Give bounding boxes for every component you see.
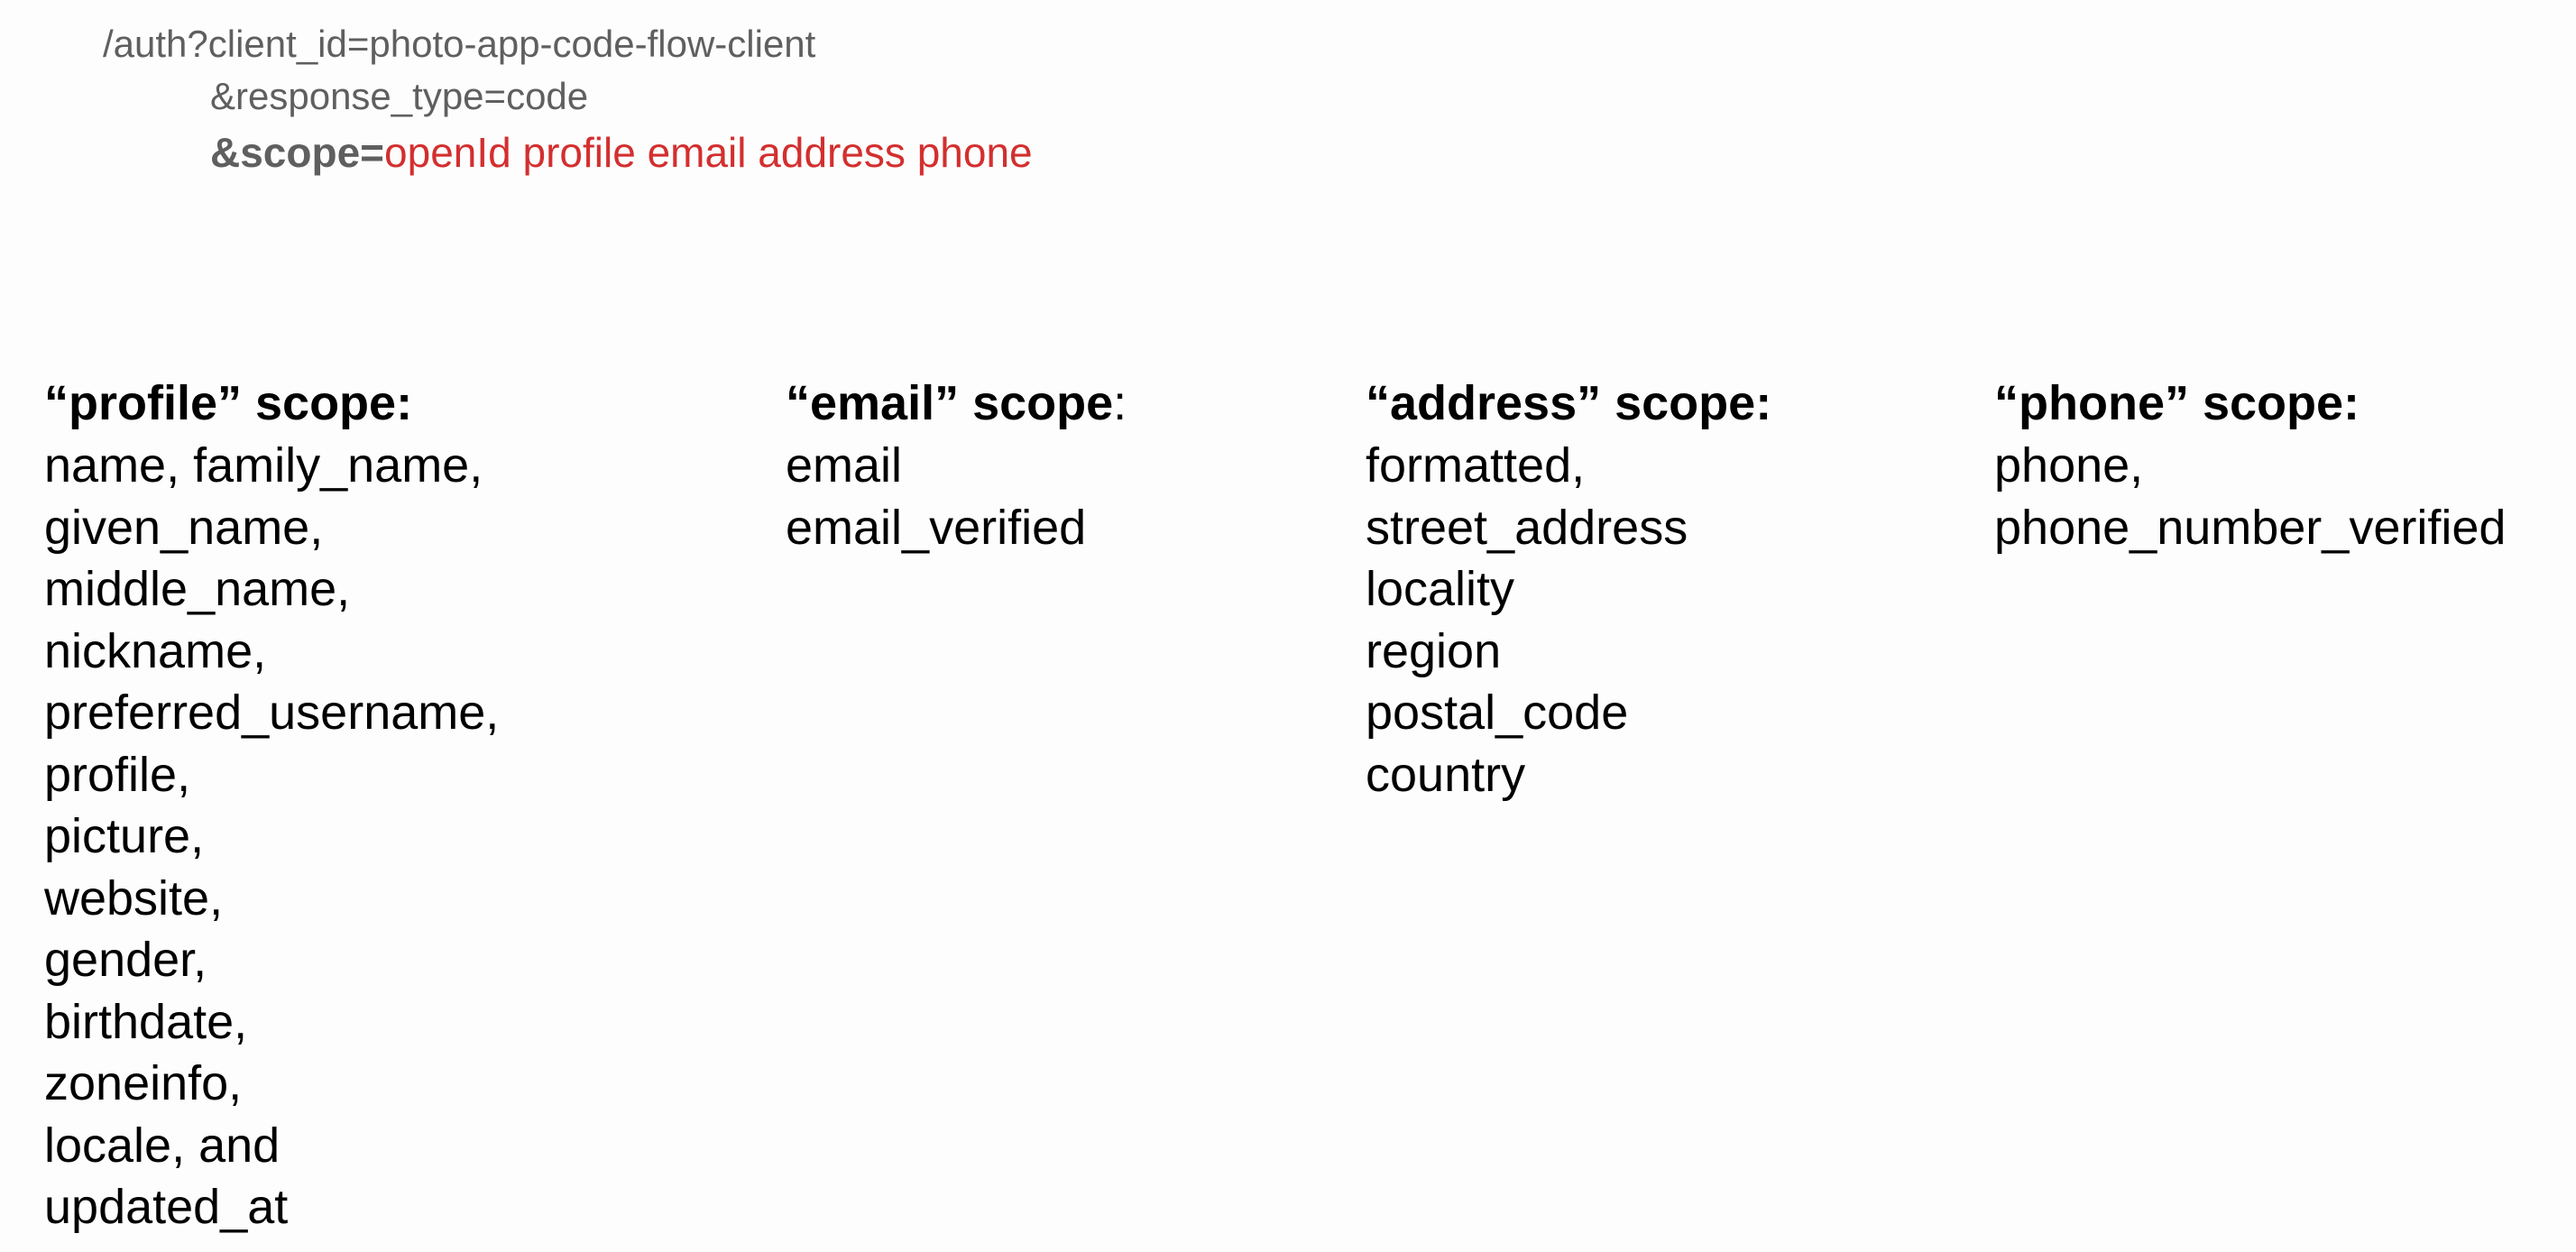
- profile-scope-column: “profile” scope: name, family_name, give…: [44, 373, 499, 1238]
- email-scope-colon: :: [1113, 376, 1127, 430]
- claim-item: locality: [1366, 562, 1515, 616]
- address-scope-heading: “address” scope:: [1366, 373, 1771, 435]
- claim-item: phone,: [1994, 438, 2144, 493]
- address-scope-title: “address” scope: [1366, 376, 1756, 430]
- phone-scope-claims: phone, phone_number_verified: [1994, 435, 2506, 558]
- phone-scope-column: “phone” scope: phone, phone_number_verif…: [1994, 373, 2506, 558]
- claim-item: formatted,: [1366, 438, 1586, 493]
- claim-item: birthdate,: [44, 994, 248, 1049]
- address-scope-column: “address” scope: formatted, street_addre…: [1366, 373, 1771, 806]
- profile-scope-title: “profile” scope: [44, 376, 397, 430]
- claim-item: middle_name,: [44, 562, 351, 616]
- claim-item: locale, and: [44, 1118, 281, 1173]
- claim-item: name, family_name,: [44, 438, 483, 493]
- claim-item: email_verified: [786, 500, 1087, 555]
- profile-scope-heading: “profile” scope:: [44, 373, 499, 435]
- claim-item: postal_code: [1366, 686, 1629, 740]
- phone-scope-title: “phone” scope: [1994, 376, 2344, 430]
- url-scope-value: openId profile email address phone: [384, 129, 1033, 176]
- profile-scope-claims: name, family_name, given_name, middle_na…: [44, 435, 499, 1238]
- claim-item: preferred_username,: [44, 686, 500, 740]
- phone-scope-colon: :: [2343, 376, 2360, 430]
- url-scope-line: &scope=openId profile email address phon…: [103, 124, 1033, 180]
- claim-item: gender,: [44, 933, 207, 987]
- claim-item: given_name,: [44, 500, 324, 555]
- claim-item: region: [1366, 623, 1502, 678]
- email-scope-claims: email email_verified: [786, 435, 1127, 558]
- claim-item: email: [786, 438, 903, 493]
- claim-item: phone_number_verified: [1994, 500, 2507, 555]
- email-scope-heading: “email” scope:: [786, 373, 1127, 435]
- authorization-request-url: /auth?client_id=photo-app-code-flow-clie…: [103, 18, 1033, 180]
- phone-scope-heading: “phone” scope:: [1994, 373, 2506, 435]
- claim-item: profile,: [44, 747, 191, 802]
- claim-item: zoneinfo,: [44, 1056, 243, 1110]
- claim-item: nickname,: [44, 623, 267, 678]
- url-client-id-line: /auth?client_id=photo-app-code-flow-clie…: [103, 23, 816, 65]
- address-scope-claims: formatted, street_address locality regio…: [1366, 435, 1771, 806]
- email-scope-title: “email” scope: [786, 376, 1114, 430]
- claim-item: website,: [44, 870, 224, 925]
- profile-scope-colon: :: [396, 376, 413, 430]
- claim-item: updated_at: [44, 1180, 289, 1234]
- claim-item: country: [1366, 747, 1526, 802]
- address-scope-colon: :: [1755, 376, 1772, 430]
- claim-item: picture,: [44, 809, 205, 863]
- claim-item: street_address: [1366, 500, 1688, 555]
- url-response-type-line: &response_type=code: [210, 75, 589, 117]
- url-scope-key: &scope=: [210, 129, 385, 176]
- email-scope-column: “email” scope: email email_verified: [786, 373, 1127, 558]
